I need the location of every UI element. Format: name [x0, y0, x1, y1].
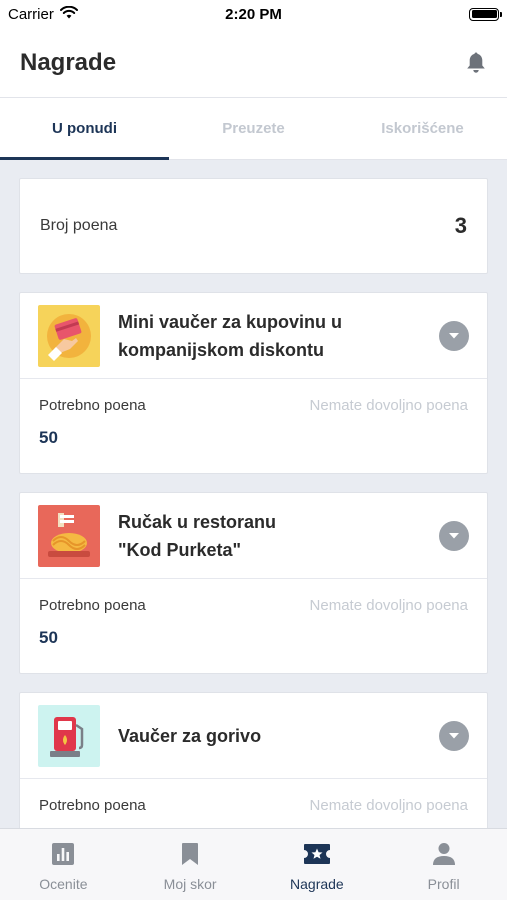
points-card: Broj poena 3	[19, 178, 488, 274]
ticket-icon	[303, 841, 331, 867]
reward-title-line: kompanijskom diskontu	[118, 339, 325, 360]
chevron-down-icon[interactable]	[439, 520, 469, 551]
reward-card: Vaučer za gorivo Potrebno poena Nemate d…	[19, 692, 488, 828]
insufficient-points-status: Nemate dovoljno poena	[309, 797, 468, 814]
reward-title-line: Ručak u restoranu	[118, 511, 277, 532]
reward-title: Mini vaučer za kupovinu u kompanijskom d…	[118, 308, 439, 364]
page-title: Nagrade	[20, 48, 117, 76]
bottom-tab-bar: Ocenite Moj skor Nagrade Profil	[0, 828, 507, 900]
segment-tabs: U ponudi Preuzete Iskorišćene	[0, 98, 507, 160]
reward-header[interactable]: Ručak u restoranu "Kod Purketa"	[20, 493, 487, 579]
tab-bar-item-nagrade[interactable]: Nagrade	[254, 829, 381, 900]
tab-bar-label: Moj skor	[163, 876, 217, 892]
tab-bar-label: Profil	[427, 876, 460, 892]
status-bar: Carrier 2:20 PM	[0, 0, 507, 28]
chart-icon	[51, 841, 75, 867]
points-label: Broj poena	[40, 217, 118, 234]
required-points-label: Potrebno poena	[39, 797, 146, 814]
tab-bar-item-profil[interactable]: Profil	[380, 829, 507, 900]
tab-bar-label: Ocenite	[39, 876, 88, 892]
reward-header[interactable]: Mini vaučer za kupovinu u kompanijskom d…	[20, 293, 487, 379]
tab-iskoriscene[interactable]: Iskorišćene	[338, 98, 507, 159]
fuel-pump-icon	[38, 704, 100, 767]
insufficient-points-status: Nemate dovoljno poena	[309, 397, 468, 414]
reward-card: Ručak u restoranu "Kod Purketa" Potrebno…	[19, 492, 488, 674]
reward-title-line: Mini vaučer za kupovinu u	[118, 311, 343, 332]
reward-title-line: Vaučer za gorivo	[118, 725, 262, 746]
insufficient-points-status: Nemate dovoljno poena	[309, 597, 468, 614]
user-icon	[432, 841, 456, 867]
required-points-label: Potrebno poena	[39, 397, 146, 414]
battery-icon	[469, 7, 502, 21]
required-points-label: Potrebno poena	[39, 597, 146, 614]
bell-icon[interactable]	[465, 51, 487, 75]
reward-title: Ručak u restoranu "Kod Purketa"	[118, 508, 439, 564]
reward-title-line: "Kod Purketa"	[118, 539, 242, 560]
wifi-icon	[59, 5, 78, 23]
bookmark-icon	[181, 841, 199, 867]
reward-header[interactable]: Vaučer za gorivo	[20, 693, 487, 779]
tab-bar-item-moj-skor[interactable]: Moj skor	[127, 829, 254, 900]
reward-title: Vaučer za gorivo	[118, 722, 439, 750]
tab-u-ponudi[interactable]: U ponudi	[0, 98, 169, 160]
spaghetti-icon	[38, 504, 100, 567]
tab-preuzete[interactable]: Preuzete	[169, 98, 338, 159]
reward-details: Potrebno poena Nemate dovoljno poena 50	[20, 379, 487, 473]
chevron-down-icon[interactable]	[439, 320, 469, 351]
carrier-label: Carrier	[8, 5, 54, 23]
tab-bar-item-ocenite[interactable]: Ocenite	[0, 829, 127, 900]
card-payment-icon	[38, 304, 100, 367]
tab-bar-label: Nagrade	[290, 876, 344, 892]
chevron-down-icon[interactable]	[439, 720, 469, 751]
required-points-value: 50	[39, 428, 58, 447]
points-value: 3	[454, 213, 467, 238]
app-header: Nagrade	[0, 28, 507, 98]
reward-details: Potrebno poena Nemate dovoljno poena	[20, 779, 487, 828]
required-points-value: 50	[39, 628, 58, 647]
reward-card: Mini vaučer za kupovinu u kompanijskom d…	[19, 292, 488, 474]
reward-details: Potrebno poena Nemate dovoljno poena 50	[20, 579, 487, 673]
rewards-list[interactable]: Broj poena 3 Mini vaučer za kupovinu u k…	[0, 160, 507, 828]
